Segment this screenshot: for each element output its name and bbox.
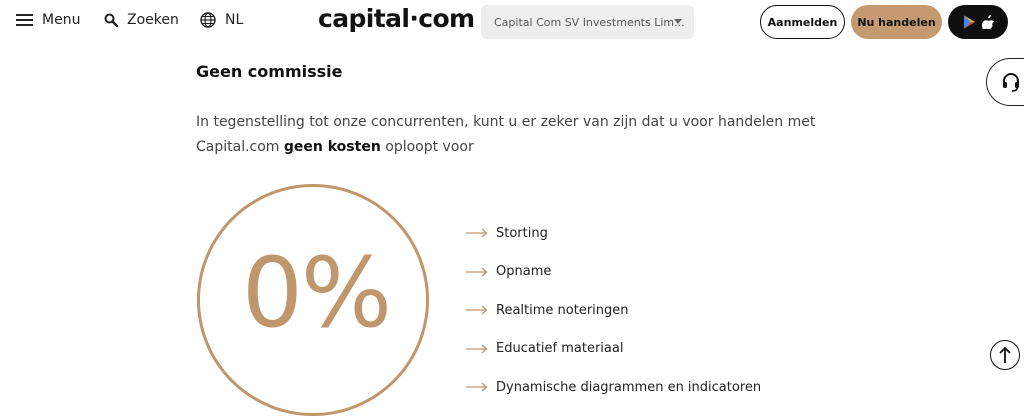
menu-icon	[16, 14, 33, 26]
arrow-up-icon	[999, 346, 1011, 363]
login-button[interactable]: Aanmelden	[760, 5, 845, 39]
logo-text-right: com	[418, 4, 475, 33]
search-label: Zoeken	[127, 12, 179, 28]
arrow-right-icon	[466, 305, 488, 315]
feature-label: Educatief materiaal	[496, 341, 624, 357]
zero-percent-circle: 0%	[197, 184, 429, 416]
arrow-right-icon	[466, 267, 488, 277]
logo-text-left: capital	[318, 4, 410, 33]
feature-label: Realtime noteringen	[496, 302, 629, 318]
headset-icon	[1003, 73, 1019, 92]
logo[interactable]: capital·com	[318, 4, 475, 33]
menu-button[interactable]: Menu	[16, 12, 80, 28]
search-button[interactable]: Zoeken	[104, 12, 179, 28]
search-icon	[104, 13, 118, 27]
entity-select-value: Capital Com SV Investments Lim...	[494, 15, 685, 29]
percentage-value: 0%	[241, 237, 392, 349]
arrow-right-icon	[466, 382, 488, 392]
caret-down-icon	[674, 19, 682, 24]
intro-paragraph: In tegenstelling tot onze concurrenten, …	[196, 110, 816, 160]
list-item: Opname	[466, 253, 761, 292]
apple-icon	[981, 15, 994, 29]
logo-dot: ·	[409, 4, 419, 33]
arrow-right-icon	[466, 228, 488, 238]
section-title: Geen commissie	[196, 62, 343, 81]
intro-bold-text: geen kosten	[283, 139, 381, 155]
list-item: Educatief materiaal	[466, 330, 761, 369]
entity-select[interactable]: Capital Com SV Investments Lim...	[481, 5, 694, 39]
feature-label: Dynamische diagrammen en indicatoren	[496, 379, 762, 395]
list-item: Dynamische diagrammen en indicatoren	[466, 368, 761, 407]
feature-label: Storting	[496, 225, 548, 241]
google-play-icon	[963, 15, 975, 29]
language-label: NL	[225, 12, 244, 28]
support-button[interactable]	[986, 58, 1024, 106]
language-selector[interactable]: NL	[200, 12, 243, 28]
list-item: Realtime noteringen	[466, 291, 761, 330]
scroll-to-top-button[interactable]	[990, 340, 1020, 370]
trade-now-button[interactable]: Nu handelen	[851, 5, 942, 39]
list-item: Storting	[466, 214, 761, 253]
globe-icon	[200, 12, 216, 28]
app-download-button[interactable]	[948, 5, 1008, 39]
arrow-right-icon	[466, 344, 488, 354]
feature-label: Opname	[496, 264, 552, 280]
feature-list: Storting Opname Realtime noteringen Educ…	[466, 214, 761, 407]
site-header: Menu Zoeken NL capital·com Capital Com S…	[0, 0, 1024, 44]
menu-label: Menu	[42, 12, 81, 28]
intro-text-end: oploopt voor	[380, 139, 474, 155]
